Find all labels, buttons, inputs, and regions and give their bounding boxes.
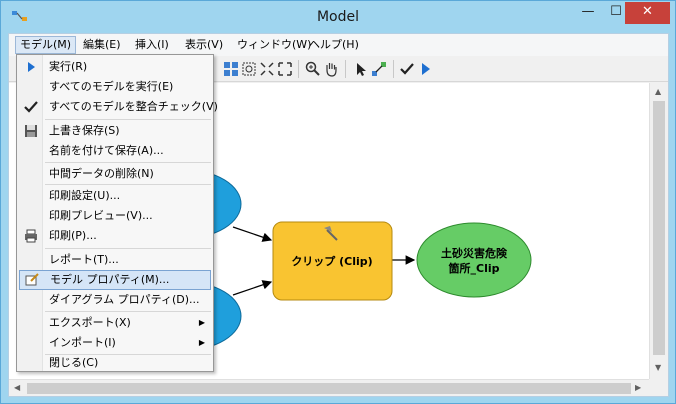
properties-icon (25, 273, 39, 286)
menu-item-label: モデル プロパティ(M)... (50, 273, 170, 286)
submenu-arrow-icon: ▶ (198, 318, 205, 327)
menu-bar: モデル(M) 編集(E) 挿入(I) 表示(V) ウィンドウ(W) ヘルプ(H) (9, 34, 668, 56)
menu-item-save[interactable]: 上書き保存(S) (19, 121, 211, 141)
menu-item-print[interactable]: 印刷(P)... (19, 226, 211, 246)
toolbar-separator (393, 60, 394, 78)
menu-separator (45, 119, 211, 120)
menu-item-label: ダイアグラム プロパティ(D)... (49, 293, 200, 306)
horizontal-scrollbar[interactable]: ◀ ▶ (9, 379, 649, 396)
menu-item-model-properties[interactable]: モデル プロパティ(M)... (19, 270, 211, 290)
menu-separator (45, 311, 211, 312)
menu-window[interactable]: ウィンドウ(W) (233, 36, 315, 54)
validate-check-icon[interactable] (399, 61, 415, 77)
model-menu-dropdown: 実行(R) すべてのモデルを実行(E) すべてのモデルを整合チェック(V) 上書… (16, 54, 218, 373)
menu-item-label: レポート(T)... (49, 253, 119, 266)
menu-item-run[interactable]: 実行(R) (19, 57, 211, 77)
menu-item-label: 上書き保存(S) (49, 124, 120, 137)
run-icon (28, 62, 35, 72)
menu-item-label: すべてのモデルを実行(E) (49, 80, 174, 93)
menu-item-export[interactable]: エクスポート(X) ▶ (19, 313, 211, 333)
scroll-down-arrow[interactable]: ▼ (655, 363, 661, 372)
menu-model[interactable]: モデル(M) (15, 36, 77, 54)
toolbar-separator (345, 60, 346, 78)
menu-insert[interactable]: 挿入(I) (131, 36, 173, 54)
menu-help[interactable]: ヘルプ(H) (305, 36, 363, 54)
menu-separator (45, 248, 211, 249)
menu-item-report[interactable]: レポート(T)... (19, 250, 211, 270)
output-label-line1: 土砂災害危険 (441, 246, 508, 260)
clip-tool-label: クリップ (Clip) (291, 254, 372, 268)
menu-item-save-as[interactable]: 名前を付けて保存(A)... (19, 141, 211, 161)
menu-item-label: 中間データの削除(N) (49, 167, 154, 180)
menu-item-label: 名前を付けて保存(A)... (49, 144, 164, 157)
vertical-scrollbar[interactable]: ▲ ▼ (649, 83, 668, 379)
menu-view[interactable]: 表示(V) (181, 36, 227, 54)
menu-item-label: インポート(I) (49, 336, 116, 349)
menu-separator (45, 184, 211, 185)
run-icon[interactable] (417, 61, 433, 77)
scroll-up-arrow[interactable]: ▲ (655, 87, 661, 96)
pan-hand-icon[interactable] (323, 61, 339, 77)
menu-item-print-setup[interactable]: 印刷設定(U)... (19, 186, 211, 206)
menu-item-label: エクスポート(X) (49, 316, 131, 329)
menu-item-delete-intermediate[interactable]: 中間データの削除(N) (19, 164, 211, 184)
toolbar-separator (298, 60, 299, 78)
printer-icon (25, 229, 37, 243)
menu-item-validate-all[interactable]: すべてのモデルを整合チェック(V) (19, 97, 218, 117)
submenu-arrow-icon: ▶ (198, 338, 205, 347)
menu-item-label: 印刷設定(U)... (49, 189, 121, 202)
menu-item-label: 印刷プレビュー(V)... (49, 209, 153, 222)
menu-item-import[interactable]: インポート(I) ▶ (19, 333, 211, 353)
select-arrow-icon[interactable] (353, 61, 369, 77)
menu-separator (45, 162, 211, 163)
zoom-select-icon[interactable] (241, 61, 257, 77)
fit-inward-icon[interactable] (259, 61, 275, 77)
output-label-line2: 箇所_Clip (449, 261, 500, 275)
horizontal-scroll-thumb[interactable] (27, 383, 631, 394)
vertical-scroll-thumb[interactable] (653, 101, 665, 355)
full-extent-icon[interactable] (277, 61, 293, 77)
minimize-button[interactable]: — (573, 2, 603, 24)
menu-item-label: 閉じる(C) (49, 356, 99, 369)
close-button[interactable]: ✕ (625, 2, 670, 24)
floppy-disk-icon (25, 125, 37, 137)
menu-item-close[interactable]: 閉じる(C) (19, 353, 211, 373)
menu-item-label: 実行(R) (49, 60, 88, 73)
menu-edit[interactable]: 編集(E) (79, 36, 125, 54)
grid-layout-icon[interactable] (223, 61, 239, 77)
connector-top (232, 226, 273, 242)
menu-item-run-all[interactable]: すべてのモデルを実行(E) (19, 77, 211, 97)
title-bar[interactable]: Model — ☐ ✕ (1, 1, 675, 33)
scroll-left-arrow[interactable]: ◀ (14, 383, 20, 392)
connector-bottom (232, 280, 273, 296)
scroll-right-arrow[interactable]: ▶ (635, 383, 641, 392)
menu-item-label: 印刷(P)... (49, 229, 97, 242)
zoom-in-icon[interactable] (305, 61, 321, 77)
checkmark-icon (24, 101, 38, 113)
menu-item-label: すべてのモデルを整合チェック(V) (49, 100, 218, 113)
menu-item-diagram-properties[interactable]: ダイアグラム プロパティ(D)... (19, 290, 211, 310)
menu-item-print-preview[interactable]: 印刷プレビュー(V)... (19, 206, 211, 226)
output-node[interactable] (416, 222, 532, 298)
connect-icon[interactable] (371, 61, 387, 77)
